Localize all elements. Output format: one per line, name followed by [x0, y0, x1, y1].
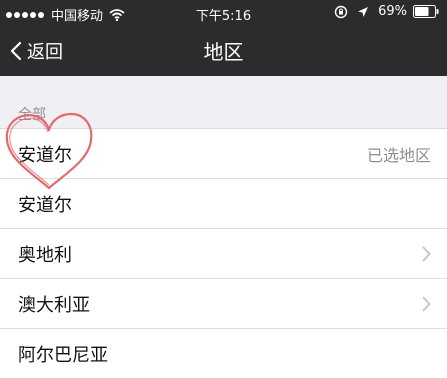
chevron-right-icon	[422, 246, 431, 261]
location-arrow-icon	[358, 6, 369, 17]
status-bar: 中国移动 下午5:16 69%	[0, 0, 447, 26]
region-row[interactable]: 安道尔	[0, 179, 447, 229]
region-label: 奥地利	[18, 244, 72, 266]
navigation-bar: 返回 地区	[0, 26, 447, 76]
region-label: 阿尔巴尼亚	[18, 344, 108, 366]
battery-icon	[413, 5, 439, 18]
region-row[interactable]: 阿尔巴尼亚	[0, 329, 447, 378]
selected-region-tag: 已选地区	[366, 145, 431, 165]
region-label: 安道尔	[18, 144, 72, 166]
region-row-selected[interactable]: 安道尔 已选地区	[0, 129, 447, 179]
battery-percent: 69%	[378, 4, 407, 19]
rotation-lock-icon	[334, 5, 348, 18]
region-label: 安道尔	[18, 194, 72, 216]
chevron-right-icon	[422, 296, 431, 311]
region-label: 澳大利亚	[18, 294, 90, 316]
region-row[interactable]: 澳大利亚	[0, 279, 447, 329]
region-row[interactable]: 奥地利	[0, 229, 447, 279]
section-header: 全部	[18, 107, 46, 123]
region-list: 安道尔 已选地区 安道尔 奥地利 澳大利亚 阿尔巴尼亚	[0, 128, 447, 378]
status-right: 69%	[334, 4, 439, 19]
page-title: 地区	[203, 40, 244, 64]
